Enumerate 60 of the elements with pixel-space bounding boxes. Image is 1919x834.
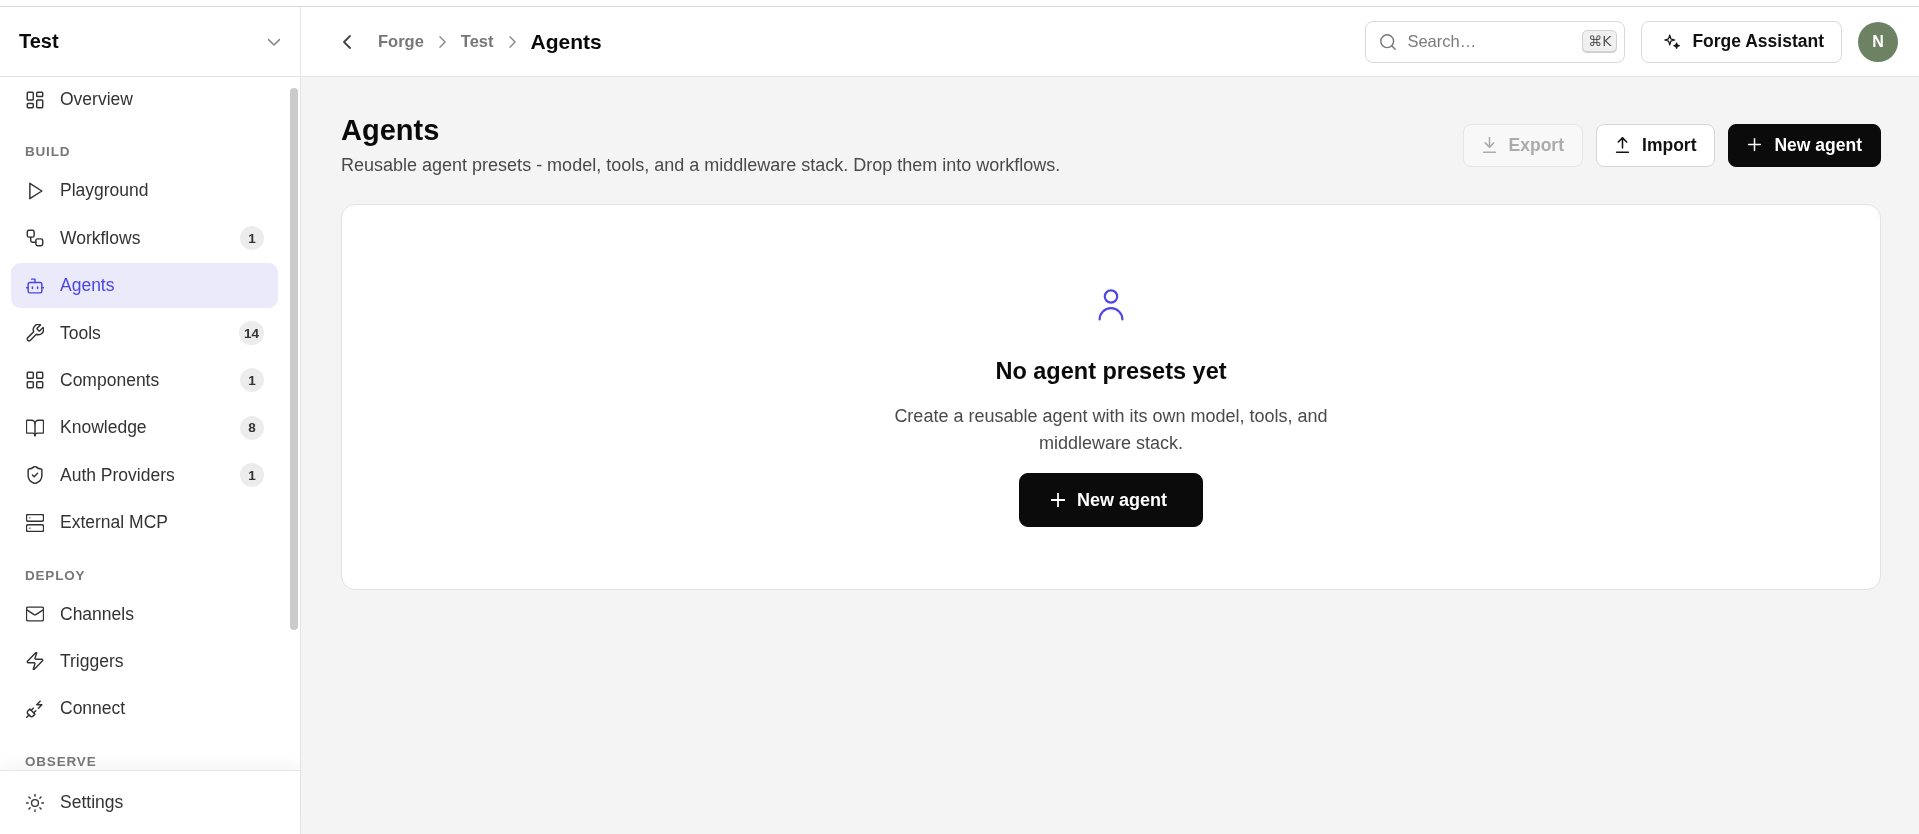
section-heading: OBSERVE [24,752,98,770]
breadcrumb-item[interactable]: Agents [530,29,602,54]
section-heading: DEPLOY [24,566,87,585]
sidebar-item[interactable]: Workflows 1 [11,215,278,261]
plus-icon [1747,137,1763,153]
server-icon [26,513,44,532]
sidebar-item[interactable]: Playground [11,168,278,214]
sidebar-item[interactable]: Overview [11,77,278,122]
count-badge: 8 [240,415,264,440]
sidebar-item[interactable]: Knowledge 8 [11,405,278,451]
breadcrumb-item[interactable]: Forge [378,32,424,51]
empty-state-description: Create a reusable agent with its own model, tools, and middleware stack. [893,405,1329,455]
chevron-right-icon [508,35,516,48]
assistant-button[interactable]: Forge Assistant [1641,20,1842,63]
lightning-icon [26,652,44,671]
count-badge: 1 [240,226,264,251]
sidebar-item[interactable]: Auth Providers 1 [11,452,278,498]
breadcrumb-item[interactable]: Test [460,32,494,51]
scrollbar-thumb[interactable] [290,88,298,630]
sidebar-item[interactable]: Channels [11,591,278,637]
search-icon [1380,33,1397,50]
shield-check-icon [26,466,44,485]
page-description: Reusable agent presets - model, tools, and a middleware stack. Drop them into workflows. [341,154,1061,177]
user-icon [1098,289,1124,321]
sidebar-item[interactable]: Settings [11,780,278,825]
grid-icon [26,371,44,390]
count-badge: 1 [240,368,264,393]
chevron-right-icon [438,35,446,48]
workspace-switcher[interactable]: Test [19,30,282,53]
plus-icon [1051,493,1065,507]
chevron-left-icon [343,34,351,49]
primary-button[interactable]: New agent [1728,123,1881,167]
book-icon [26,418,44,437]
sidebar-item[interactable]: Agents [11,263,278,309]
shortcut-hint: ⌘K [1582,29,1618,52]
chevron-down-icon [268,37,280,46]
dashboard-icon [26,90,44,109]
wrench-icon [26,324,44,343]
play-icon [26,181,44,200]
sidebar-item[interactable]: External MCP [11,500,278,546]
user-avatar[interactable]: N [1858,21,1898,62]
robot-icon [26,276,44,295]
mail-icon [26,605,44,623]
page-title: Agents [341,113,441,147]
plug-icon [26,699,44,718]
section-heading: BUILD [24,143,72,162]
count-badge: 1 [240,463,264,488]
sidebar-item[interactable]: Tools 14 [11,310,278,356]
sidebar-item[interactable]: Triggers [11,638,278,684]
empty-state-title: No agent presets yet [995,357,1227,385]
sidebar-item[interactable]: Connect [11,686,278,732]
action-button[interactable]: Import [1596,123,1716,167]
primary-button[interactable]: New agent [1019,473,1203,527]
download-icon [1481,137,1497,153]
upload-icon [1615,137,1630,153]
count-badge: 14 [238,321,264,346]
sun-icon [26,793,44,812]
workflow-icon [26,229,44,248]
sparkle-icon [1664,34,1681,49]
sidebar-item[interactable]: Components 1 [11,357,278,403]
